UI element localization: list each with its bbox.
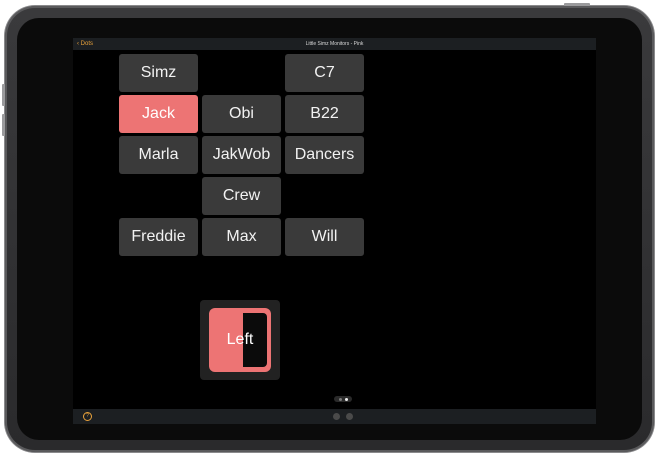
tile-label: Max [226, 228, 257, 245]
tile-label: Obi [229, 105, 254, 122]
left-right-toggle[interactable]: Left [209, 308, 271, 372]
bottom-dot[interactable] [346, 413, 353, 420]
tile-dancers[interactable]: Dancers [285, 136, 364, 174]
bottom-page-dots [333, 413, 353, 420]
navigation-bar: Little Simz Monitors - Pink ‹ Dots [73, 38, 596, 50]
tile-obi[interactable]: Obi [202, 95, 281, 133]
tile-freddie[interactable]: Freddie [119, 218, 198, 256]
tile-label: JakWob [212, 146, 271, 163]
tile-will[interactable]: Will [285, 218, 364, 256]
volume-button [2, 114, 5, 136]
tile-jakwob[interactable]: JakWob [202, 136, 281, 174]
toggle-label: Left [226, 331, 254, 348]
page-dot [338, 397, 342, 401]
tile-label: Jack [142, 105, 175, 122]
tile-label: Crew [222, 187, 261, 204]
tile-label: Dancers [294, 146, 355, 163]
bottom-dot[interactable] [333, 413, 340, 420]
tile-c7[interactable]: C7 [285, 54, 364, 92]
tile-label: C7 [314, 64, 335, 81]
pan-control-panel: Left [200, 300, 280, 380]
tile-label: B22 [310, 105, 339, 122]
nav-title: Little Simz Monitors - Pink [305, 41, 364, 47]
back-button[interactable]: ‹ Dots [77, 39, 93, 49]
power-button [564, 3, 590, 6]
tile-jack[interactable]: Jack [119, 95, 198, 133]
tile-max[interactable]: Max [202, 218, 281, 256]
bottom-bar: ? [73, 409, 596, 424]
help-icon[interactable]: ? [83, 412, 92, 421]
tile-simz[interactable]: Simz [119, 54, 198, 92]
page-dot-current [344, 397, 348, 401]
app-screen: Little Simz Monitors - Pink ‹ Dots Simz … [73, 38, 596, 424]
tile-label: Marla [138, 146, 179, 163]
tile-b22[interactable]: B22 [285, 95, 364, 133]
tile-label: Will [311, 228, 338, 245]
page-indicator[interactable] [334, 396, 352, 402]
tile-marla[interactable]: Marla [119, 136, 198, 174]
tile-label: Simz [140, 64, 177, 81]
tile-crew[interactable]: Crew [202, 177, 281, 215]
volume-button [2, 84, 5, 106]
tile-label: Freddie [131, 228, 186, 245]
